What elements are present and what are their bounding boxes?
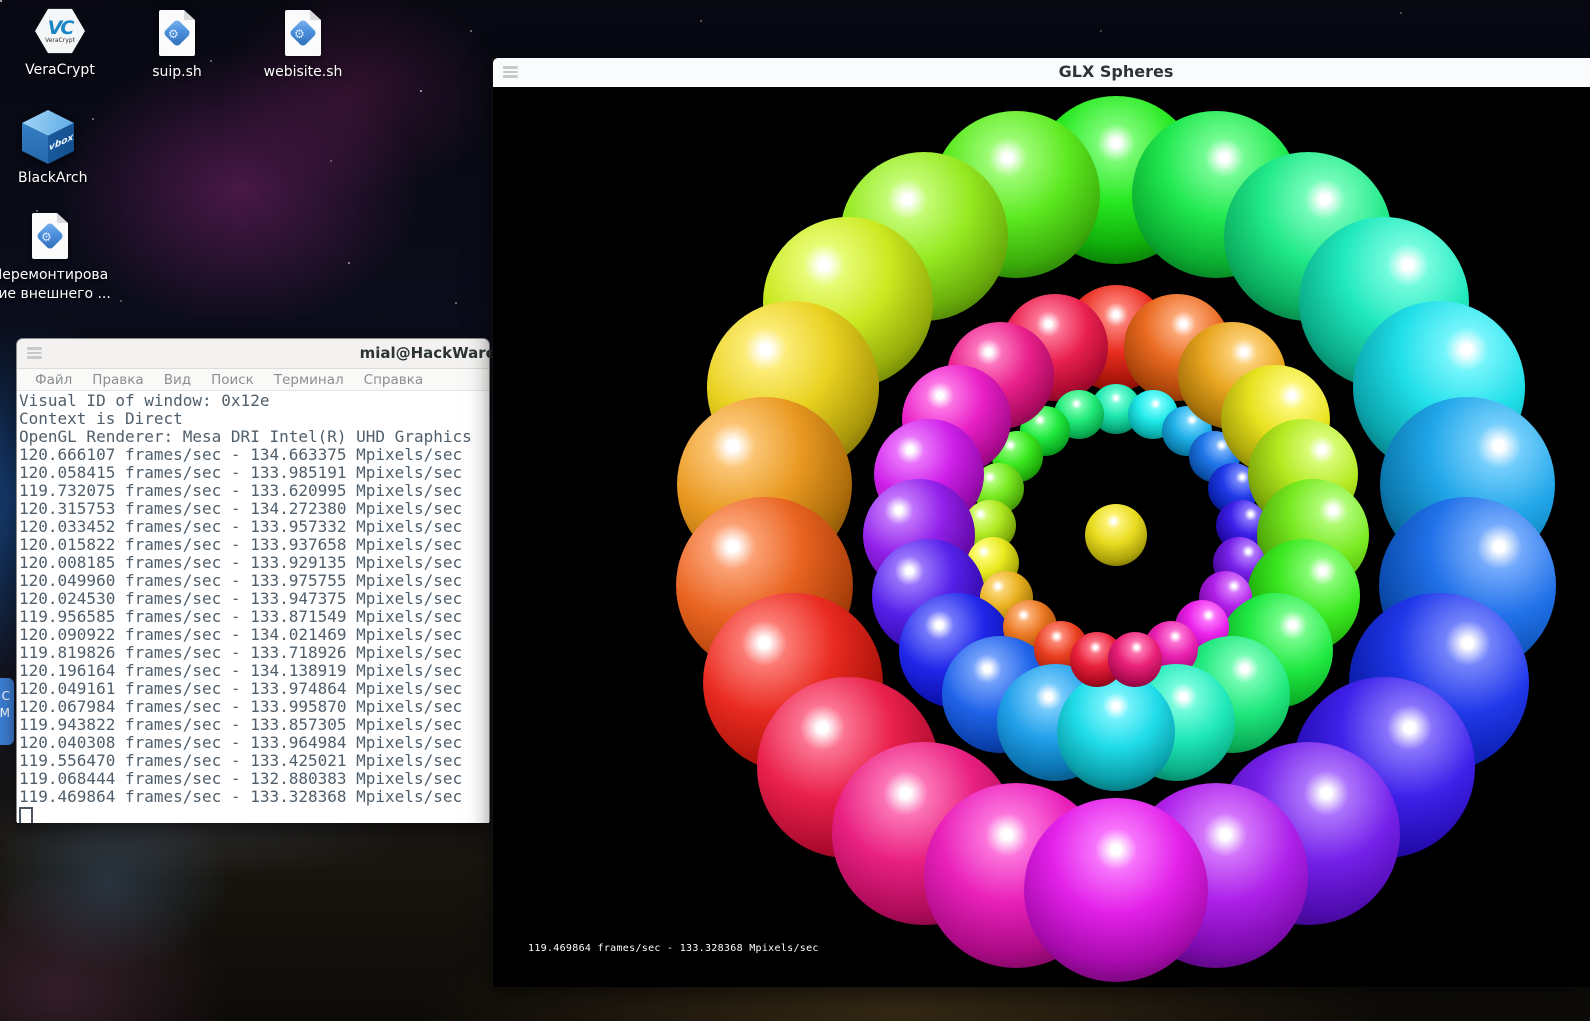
sphere [1024,798,1209,983]
menu-item-4[interactable]: Поиск [201,372,264,388]
icon-label: webisite.sh [261,63,345,82]
menu-item-3[interactable]: Вид [154,372,201,388]
fps-status-text: 119.469864 frames/sec - 133.328368 Mpixe… [528,943,819,954]
widget-letter: C [2,689,10,703]
menu-item-6[interactable]: Справка [354,372,433,388]
menu-item-5[interactable]: Терминал [264,372,354,388]
shell-script-icon: ⚙ [285,10,321,56]
icon-label: Перемонтирова ние внешнего ... [0,266,155,304]
widget-letter: M [0,706,10,720]
terminal-titlebar[interactable]: mial@HackWare:~ [17,339,489,369]
terminal-output: Visual ID of window: 0x12e Context is Di… [17,391,489,806]
sphere [1085,504,1147,566]
terminal-window: mial@HackWare:~ ФайлПравкаВидПоискТермин… [16,338,490,822]
icon-label: suip.sh [135,63,219,82]
gear-icon: ⚙ [41,230,52,244]
desktop-icon-webisite[interactable]: ⚙ webisite.sh [261,10,345,82]
page-fold [310,10,321,20]
menu-item-2[interactable]: Правка [82,372,153,388]
veracrypt-logo-subtext: VeraCrypt [45,37,75,44]
hidden-widget-fragment[interactable]: C M [0,678,14,745]
desktop-icon-veracrypt[interactable]: VC VeraCrypt VeraCrypt [20,8,100,80]
glx-render-area: 119.469864 frames/sec - 133.328368 Mpixe… [493,87,1590,987]
gear-icon: ⚙ [294,27,305,41]
sphere [1057,673,1175,791]
terminal-content[interactable]: Visual ID of window: 0x12e Context is Di… [17,391,489,823]
window-menu-icon[interactable] [27,347,42,359]
terminal-cursor [19,807,33,823]
page-fold [57,213,68,223]
icon-label: VeraCrypt [20,61,100,80]
window-menu-icon[interactable] [503,66,518,78]
shell-script-icon: ⚙ [159,10,195,56]
shell-script-icon: ⚙ [32,213,68,259]
glx-titlebar[interactable]: GLX Spheres [493,58,1590,87]
gear-icon: ⚙ [168,27,179,41]
vbox-cube-icon: vbox [22,110,74,164]
icon-label-line2: ние внешнего ... [0,286,111,302]
sphere [1108,632,1163,687]
veracrypt-icon: VC VeraCrypt [35,8,85,54]
desktop-icon-suip[interactable]: ⚙ suip.sh [135,10,219,82]
menu-item-1[interactable]: Файл [25,372,82,388]
icon-label: BlackArch [18,169,78,188]
glx-window-title: GLX Spheres [1059,62,1174,81]
desktop-icon-blackarch[interactable]: vbox BlackArch [18,110,78,188]
veracrypt-logo: VC [48,19,73,37]
desktop-icon-remount[interactable]: ⚙ Перемонтирова ние внешнего ... [5,213,95,304]
terminal-menubar: ФайлПравкаВидПоискТерминалСправка [17,369,489,391]
glx-spheres-window: GLX Spheres 119.469864 frames/sec - 133.… [492,58,1590,987]
page-fold [184,10,195,20]
spheres-scene [493,87,1590,987]
icon-label-line1: Перемонтирова [0,267,108,283]
